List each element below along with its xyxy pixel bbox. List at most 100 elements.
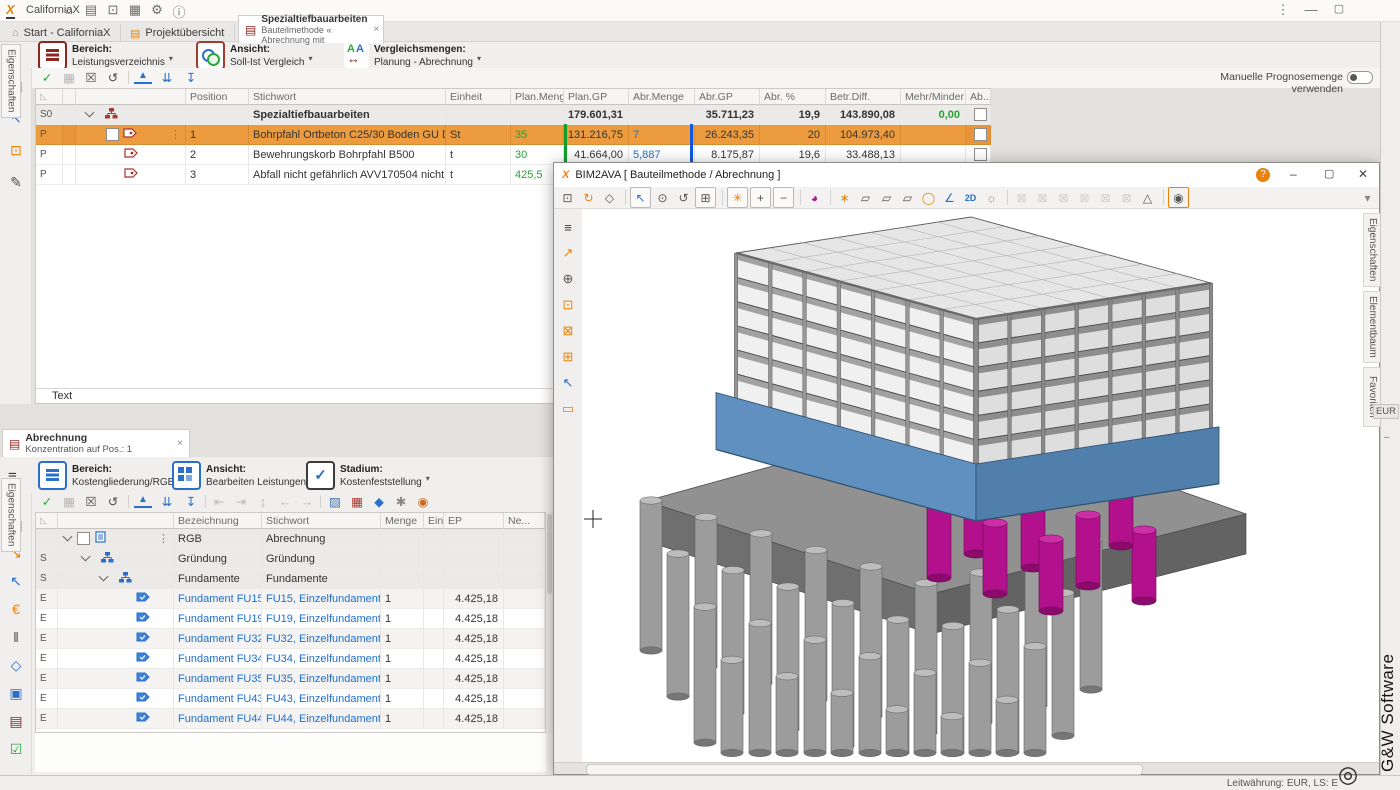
component-box-icon[interactable]: ⊡ bbox=[6, 140, 26, 160]
open-external-icon[interactable]: ↖ bbox=[558, 373, 578, 393]
checklist-icon[interactable]: ☑ bbox=[6, 739, 26, 759]
table-row[interactable]: SGründungGründung bbox=[36, 549, 545, 569]
cone-view-icon[interactable]: △ bbox=[1138, 188, 1157, 207]
clip-2-icon[interactable]: ⊠ bbox=[1033, 188, 1052, 207]
close-icon[interactable]: ✕ bbox=[1358, 167, 1368, 181]
cancel-icon[interactable]: ☒ bbox=[82, 493, 100, 510]
column-header[interactable]: EP bbox=[444, 513, 504, 529]
minimize-icon[interactable]: – bbox=[1290, 167, 1297, 181]
tag-icon[interactable] bbox=[136, 632, 150, 642]
table-row[interactable]: EFundament FU34FU34, Einzelfundament, Bo… bbox=[36, 649, 545, 669]
column-header[interactable]: Stichwort bbox=[249, 89, 446, 105]
confirm-icon[interactable]: ✓ bbox=[38, 493, 56, 510]
select-tool-icon[interactable]: ↖ bbox=[630, 187, 651, 208]
tag-icon[interactable] bbox=[136, 672, 150, 682]
tag-icon[interactable] bbox=[136, 692, 150, 702]
row-checkbox[interactable] bbox=[106, 128, 119, 141]
row-checkbox[interactable] bbox=[77, 532, 90, 545]
table-row[interactable]: EFundament FU32FU32, Einzelfundament, Bo… bbox=[36, 629, 545, 649]
table-row[interactable]: EFundament FU35FU35, Einzelfundament, Bo… bbox=[36, 669, 545, 689]
ab-checkbox[interactable] bbox=[974, 128, 987, 141]
bim-bottom-scrollbar[interactable] bbox=[554, 762, 1379, 774]
snap-point-icon[interactable]: ∗ bbox=[835, 188, 854, 207]
open-external-icon[interactable]: ↖ bbox=[6, 571, 26, 591]
column-header[interactable]: Ab... bbox=[966, 89, 991, 105]
column-header[interactable]: Ne... bbox=[504, 513, 545, 529]
table-row[interactable]: EFundament FU44FU44, Einzelfundament, Bo… bbox=[36, 709, 545, 729]
collapse-down-icon[interactable]: ↧ bbox=[182, 493, 200, 510]
table-row[interactable]: SFundamenteFundamente bbox=[36, 569, 545, 589]
chart-icon[interactable]: ▨ bbox=[326, 493, 344, 510]
tag-icon[interactable] bbox=[136, 652, 150, 662]
prognose-toggle[interactable] bbox=[1347, 71, 1373, 84]
refresh-model-icon[interactable]: ↻ bbox=[579, 188, 598, 207]
ring-select-icon[interactable]: ◯ bbox=[919, 188, 938, 207]
tab-start[interactable]: ⌂ Start - CaliforniaX bbox=[2, 24, 121, 42]
forward-icon[interactable]: → bbox=[298, 493, 316, 510]
zoom-select-icon[interactable]: ⊕ bbox=[558, 269, 578, 289]
back-icon[interactable]: ← bbox=[276, 493, 294, 510]
scroll-top-icon[interactable]: ▲ bbox=[134, 69, 152, 84]
bereich-dropdown[interactable]: Bereich: Leistungsverzeichnis ▾ bbox=[38, 42, 173, 68]
panels-icon[interactable]: ▤ bbox=[82, 2, 100, 18]
close-tab-icon[interactable]: × bbox=[373, 24, 379, 35]
clip-1-icon[interactable]: ⊠ bbox=[1012, 188, 1031, 207]
rotate-view-icon[interactable]: ↺ bbox=[674, 188, 693, 207]
column-header[interactable] bbox=[76, 89, 186, 105]
cancel-icon[interactable]: ☒ bbox=[82, 69, 100, 86]
clip-box-icon[interactable]: ⊠ bbox=[558, 321, 578, 341]
column-header[interactable]: Menge bbox=[381, 513, 424, 529]
bim-3d-viewport[interactable] bbox=[582, 209, 1363, 762]
kebab-menu-icon[interactable]: ⋮ bbox=[158, 532, 169, 545]
save-icon[interactable]: ▦ bbox=[60, 493, 78, 510]
model-arrow-icon[interactable]: ↗ bbox=[558, 243, 578, 263]
table-row[interactable]: S0Spezialtiefbauarbeiten179.601,3135.711… bbox=[36, 105, 990, 125]
column-header[interactable]: Ein... bbox=[424, 513, 444, 529]
scroll-top-icon[interactable]: ▲ bbox=[134, 493, 152, 508]
ab-stadium-dropdown[interactable]: ✓ Stadium: Kostenfeststellung ▾ bbox=[306, 462, 430, 488]
panel-tab-eigenschaften-bottom[interactable]: Eigenschaften bbox=[1, 478, 21, 552]
column-header[interactable]: Position bbox=[186, 89, 249, 105]
measure-angle-icon[interactable]: ∠ bbox=[940, 188, 959, 207]
gear-icon[interactable]: ⚙ bbox=[148, 2, 166, 18]
image-folder-icon[interactable]: ▦ bbox=[126, 2, 144, 18]
model-link-icon[interactable]: ◆ bbox=[370, 493, 388, 510]
table-row[interactable]: EFundament FU43FU43, Einzelfundament, Bo… bbox=[36, 689, 545, 709]
ansicht-dropdown[interactable]: Ansicht: Soll-Ist Vergleich ▾ bbox=[196, 42, 313, 68]
column-header[interactable]: ◺ bbox=[36, 513, 58, 529]
column-header[interactable]: Abr.Menge bbox=[629, 89, 695, 105]
star-marked-icon[interactable]: ✳ bbox=[727, 187, 748, 208]
tag-pause-icon[interactable]: ‖ bbox=[6, 627, 26, 647]
zoom-in-icon[interactable]: + bbox=[750, 187, 771, 208]
ab-scrollbar[interactable] bbox=[546, 512, 553, 733]
light-cube-icon[interactable]: ☼ bbox=[982, 188, 1001, 207]
fit-view-icon[interactable]: ⊞ bbox=[695, 187, 716, 208]
tab-projektuebersicht[interactable]: ▤ Projektübersicht bbox=[120, 24, 235, 42]
window-badge-icon[interactable]: ⊡ bbox=[104, 2, 122, 18]
kebab-menu-icon[interactable]: ⋮ bbox=[170, 128, 181, 141]
tab-spezialtiefbauarbeiten[interactable]: ▤ Spezialtiefbauarbeiten Bauteilmethode … bbox=[238, 15, 384, 43]
budget-icon[interactable]: ▦ bbox=[348, 493, 366, 510]
tab-abrechnung[interactable]: ▤ Abrechnung Konzentration auf Pos.: 1 × bbox=[2, 429, 190, 457]
indent-icon[interactable]: ⇥ bbox=[232, 493, 250, 510]
selection-cube-icon[interactable]: ⊡ bbox=[558, 295, 578, 315]
kebab-menu-icon[interactable]: ⋮ bbox=[1274, 2, 1292, 18]
dimension-2d-icon[interactable]: 2D bbox=[961, 188, 980, 207]
column-header[interactable] bbox=[63, 89, 76, 105]
table-row[interactable]: P⋮1Bohrpfahl Ortbeton C25/30 Boden GU Du… bbox=[36, 125, 990, 145]
table-row[interactable]: EFundament FU15FU15, Einzelfundament, Bo… bbox=[36, 589, 545, 609]
column-header[interactable]: Mehr/Minder bbox=[901, 89, 966, 105]
maximize-icon[interactable]: ▢ bbox=[1330, 2, 1348, 15]
column-header[interactable]: Einheit bbox=[446, 89, 511, 105]
toolbar-overflow-icon[interactable]: ▾ bbox=[1358, 188, 1377, 207]
color-wheel-icon[interactable]: ◕ bbox=[805, 188, 824, 207]
column-header[interactable]: Plan.GP bbox=[564, 89, 629, 105]
help-icon[interactable]: ? bbox=[1256, 168, 1270, 182]
component-cube-icon[interactable]: ⊞ bbox=[558, 347, 578, 367]
zoom-window-icon[interactable]: ⊙ bbox=[653, 188, 672, 207]
bim-tab-elementbaum[interactable]: Elementbaum bbox=[1363, 291, 1381, 363]
save-icon[interactable]: ▦ bbox=[60, 69, 78, 86]
shapes-icon[interactable]: ◇ bbox=[6, 655, 26, 675]
model-cube-icon[interactable]: ▣ bbox=[6, 683, 26, 703]
expand-all-icon[interactable]: ⇊ bbox=[158, 493, 176, 510]
